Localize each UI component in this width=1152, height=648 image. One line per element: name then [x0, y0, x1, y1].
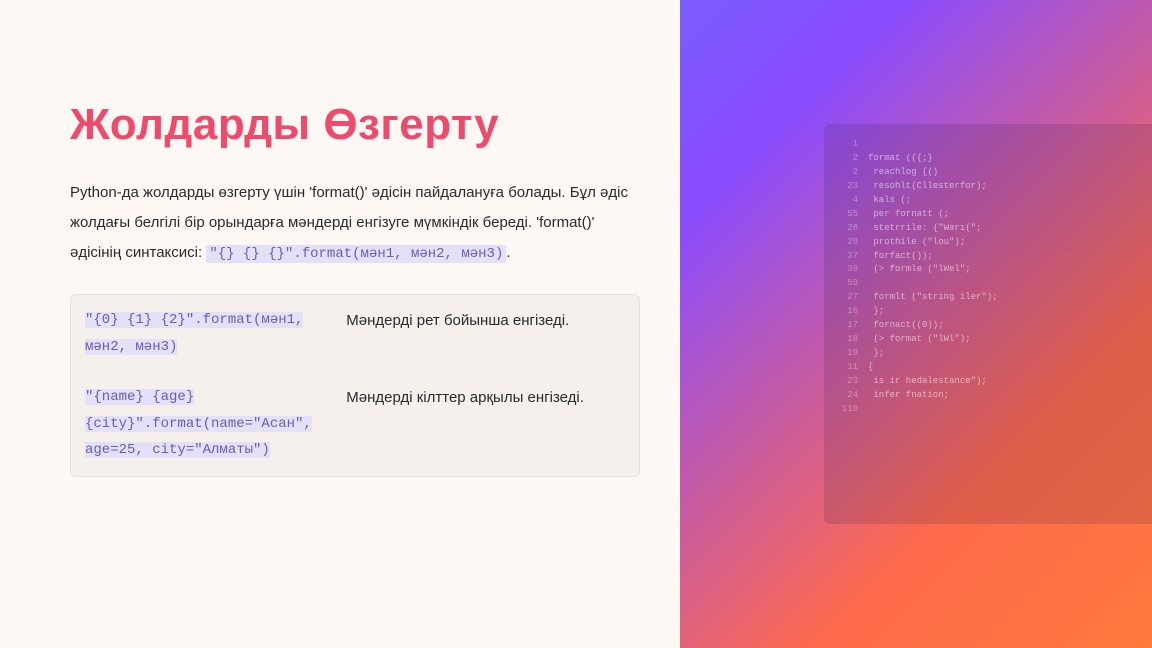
decorative-panel: 12format (({;}2 reachlog {()23 resohlt(C… [680, 0, 1152, 648]
example-code-cell: "{0} {1} {2}".format(мән1, мән2, мән3) [71, 295, 332, 372]
example-desc: Мәндерді рет бойынша енгізеді. [332, 295, 639, 372]
table-row: "{name} {age} {city}".format(name="Асан"… [71, 372, 639, 476]
content-column: Жолдарды Өзгерту Python-да жолдарды өзге… [0, 0, 680, 648]
intro-paragraph: Python-да жолдарды өзгерту үшін 'format(… [70, 178, 640, 268]
intro-code: "{} {} {}".format(мән1, мән2, мән3) [206, 245, 506, 263]
table-row: "{0} {1} {2}".format(мән1, мән2, мән3) М… [71, 295, 639, 372]
example-desc: Мәндерді кілттер арқылы енгізеді. [332, 372, 639, 476]
example-code: "{0} {1} {2}".format(мән1, мән2, мән3) [85, 312, 303, 355]
code-editor-decorative: 12format (({;}2 reachlog {()23 resohlt(C… [824, 124, 1152, 524]
page-title: Жолдарды Өзгерту [70, 100, 640, 150]
example-code: "{name} {age} {city}".format(name="Асан"… [85, 389, 312, 458]
examples-table: "{0} {1} {2}".format(мән1, мән2, мән3) М… [70, 294, 640, 477]
example-code-cell: "{name} {age} {city}".format(name="Асан"… [71, 372, 332, 476]
intro-text-post: . [506, 244, 510, 261]
